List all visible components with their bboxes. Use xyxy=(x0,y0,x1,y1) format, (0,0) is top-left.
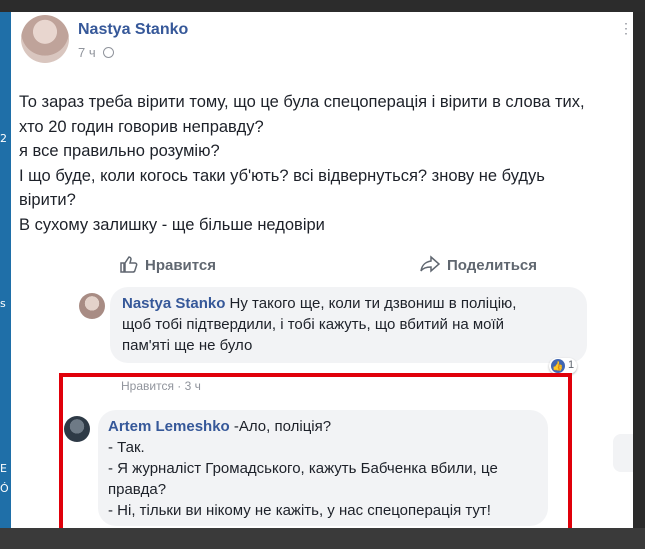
post-text-line: вірити? xyxy=(19,191,76,209)
like-reaction-icon: 👍 xyxy=(551,359,565,373)
highlight-box xyxy=(59,373,572,539)
right-scroll-strip[interactable] xyxy=(633,12,645,528)
thumbs-up-icon xyxy=(120,256,138,273)
post-text-line: В сухому залишку - ще більше недовіри xyxy=(19,215,325,234)
post-text-line: І що буде, коли когось таки уб'ють? всі … xyxy=(19,166,545,185)
share-label: Поделиться xyxy=(447,257,538,274)
author-avatar[interactable] xyxy=(21,15,69,63)
side-comment-bubble xyxy=(613,434,633,472)
like-button[interactable]: Нравится xyxy=(119,254,216,274)
globe-icon xyxy=(103,47,115,58)
comment-text-line: Ну такого ще, коли ти дзвониш в поліцію, xyxy=(229,295,517,312)
commenter-avatar[interactable] xyxy=(79,293,105,319)
post-author-name[interactable]: Nastya Stanko xyxy=(78,21,188,39)
post-text: То зараз треба вірити тому, що це була с… xyxy=(19,90,629,237)
reaction-badge[interactable]: 👍 1 xyxy=(549,358,577,374)
comment-text-line: пам'яті ще не було xyxy=(122,337,253,354)
comment-author[interactable]: Nastya Stanko xyxy=(122,295,225,312)
ellipsis-icon[interactable]: ⋮ xyxy=(619,20,633,37)
bottom-bar xyxy=(0,528,645,549)
comment-bubble: Nastya Stanko Ну такого ще, коли ти дзво… xyxy=(110,287,587,363)
post-text-line: хто 20 годин говорив неправду? xyxy=(19,117,264,136)
post-text-line: То зараз треба вірити тому, що це була с… xyxy=(19,93,585,111)
top-bar xyxy=(0,0,645,12)
comment-text-line: щоб тобі підтвердили, і тобі кажуть, що … xyxy=(122,316,505,333)
post-actions: Нравится Поделиться xyxy=(11,250,633,278)
reaction-count: 1 xyxy=(568,359,575,371)
like-label: Нравится xyxy=(145,257,217,274)
share-icon xyxy=(420,255,441,273)
left-desktop-strip: 2 s E Ó xyxy=(0,12,11,528)
post-timestamp[interactable]: 7 ч xyxy=(78,45,115,60)
share-button[interactable]: Поделиться xyxy=(419,254,537,274)
post-text-line: я все правильно розумію? xyxy=(19,142,220,160)
post-time-text: 7 ч xyxy=(78,45,96,60)
